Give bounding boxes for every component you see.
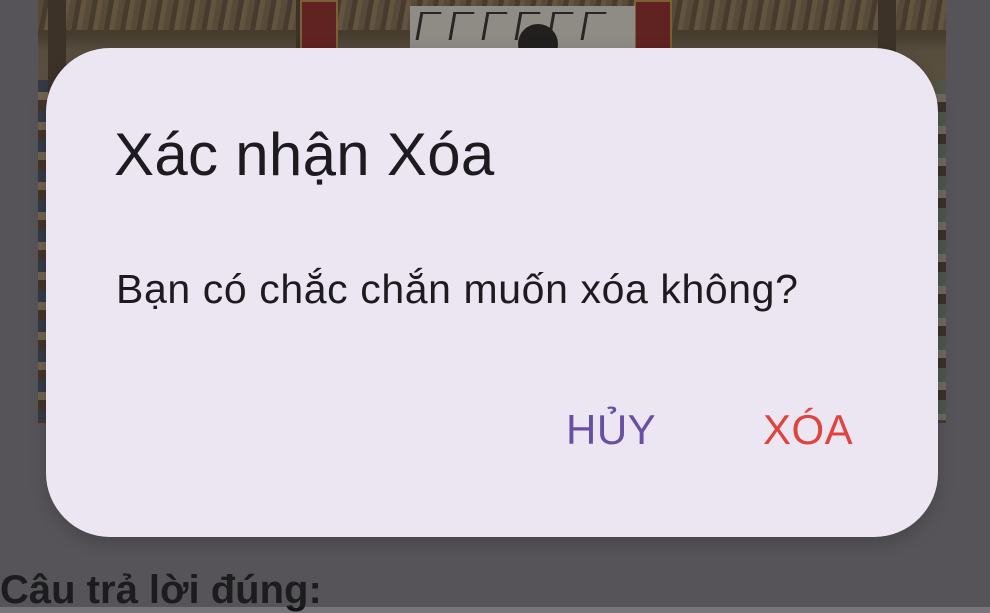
confirm-delete-dialog: Xác nhận Xóa Bạn có chắc chắn muốn xóa k… bbox=[46, 48, 938, 537]
dialog-title: Xác nhận Xóa bbox=[114, 121, 495, 188]
dialog-message: Bạn có chắc chắn muốn xóa không? bbox=[116, 266, 799, 312]
delete-button[interactable]: XÓA bbox=[749, 400, 867, 460]
cancel-button[interactable]: HỦY bbox=[552, 400, 670, 460]
